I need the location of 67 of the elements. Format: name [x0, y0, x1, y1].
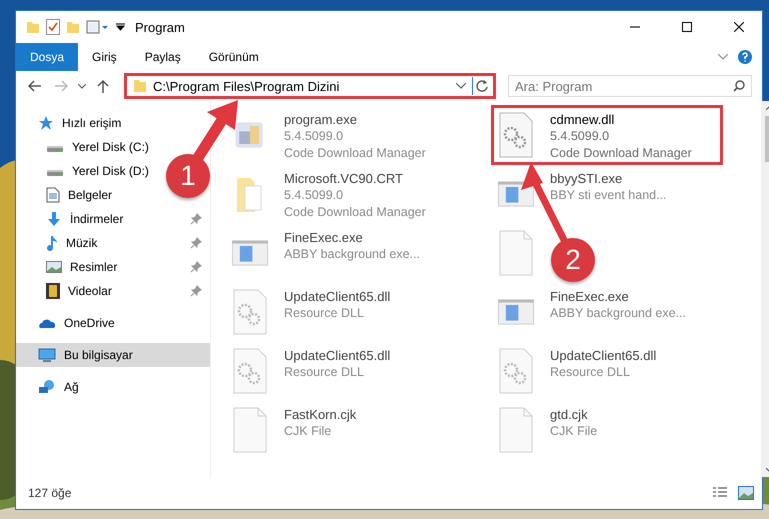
search-icon[interactable] — [733, 80, 745, 92]
network-icon — [38, 379, 56, 395]
nav-item[interactable]: Belgeler — [16, 183, 120, 207]
nav-item[interactable]: Videolar — [16, 279, 210, 303]
star-icon — [38, 115, 54, 131]
search-field[interactable]: Ara: Program — [508, 75, 752, 97]
gear-file-icon — [233, 348, 267, 394]
gear-file-icon — [233, 289, 267, 335]
pin-icon[interactable] — [190, 261, 202, 273]
file-icon — [499, 230, 533, 276]
caret-icon[interactable] — [116, 23, 125, 31]
window-icon — [498, 299, 534, 325]
chevron-icon[interactable] — [456, 83, 466, 89]
file-item[interactable]: FineExec.exe ABBY background exe... — [491, 282, 723, 342]
music-note-icon — [46, 235, 58, 251]
ribbon-tab[interactable]: Paylaş — [130, 43, 195, 71]
close-icon[interactable] — [734, 22, 744, 32]
nav-item[interactable]: Müzik — [16, 231, 210, 255]
file-item[interactable]: program.exe 5.4.5099.0 Code Download Manager — [225, 105, 457, 165]
file-item[interactable]: cdmnew.dll 5.4.5099.0 Code Download Manager — [491, 105, 723, 165]
download-icon — [46, 211, 62, 227]
file-item[interactable]: UpdateClient65.dll Resource DLL — [491, 341, 723, 401]
image-icon — [46, 261, 62, 273]
nav-item[interactable]: Yerel Disk (C:) — [16, 135, 157, 159]
cloud-icon — [38, 317, 56, 329]
maximize-icon[interactable] — [682, 22, 692, 32]
file-icon — [233, 407, 267, 453]
nav-item[interactable]: Hızlı erişim — [16, 111, 130, 135]
nav-item[interactable]: Yerel Disk (D:) — [16, 159, 157, 183]
up-icon[interactable] — [97, 79, 109, 93]
properties-icon[interactable] — [46, 19, 60, 35]
view-icon[interactable] — [86, 20, 110, 34]
help-icon[interactable] — [738, 50, 752, 64]
document-icon — [46, 187, 60, 203]
large-icons-view-icon[interactable] — [738, 486, 754, 500]
file-item[interactable]: FineExec.exe ABBY background exe... — [225, 223, 457, 283]
ribbon-tab[interactable]: Dosya — [16, 43, 78, 71]
chevron-icon[interactable] — [718, 54, 728, 60]
nav-item[interactable]: OneDrive — [16, 311, 123, 335]
nav-item[interactable]: Resimler — [16, 255, 210, 279]
pin-icon[interactable] — [190, 213, 202, 225]
window-icon — [498, 181, 534, 207]
file-item[interactable]: gtd.cjk CJK File — [491, 400, 723, 460]
back-icon[interactable] — [28, 80, 42, 92]
pin-icon[interactable] — [190, 285, 202, 297]
nav-item[interactable]: Bu bilgisayar — [16, 343, 210, 367]
nav-item[interactable]: Ağ — [16, 375, 87, 399]
ribbon-tab[interactable]: Giriş — [78, 43, 131, 71]
file-icon — [499, 407, 533, 453]
file-item[interactable]: FastKorn.cjk CJK File — [225, 400, 457, 460]
chevron-icon[interactable] — [78, 84, 86, 88]
nav-item[interactable]: İndirmeler — [16, 207, 210, 231]
item-count: 127 öğe — [28, 486, 72, 500]
file-item[interactable]: UpdateClient65.dll Resource DLL — [225, 341, 457, 401]
pin-icon[interactable] — [190, 237, 202, 249]
file-item[interactable]: Microsoft.VC90.CRT 5.4.5099.0 Code Download Manager — [225, 164, 457, 224]
address-bar[interactable]: C:\Program Files\Program Dizini — [124, 73, 496, 99]
computer-icon — [38, 348, 56, 362]
ribbon-tab[interactable]: Görünüm — [194, 43, 273, 71]
folder-icon — [133, 79, 147, 93]
film-icon — [46, 283, 60, 299]
gear-file-icon — [499, 112, 533, 158]
file-item[interactable]: UpdateClient65.dll Resource DLL — [225, 282, 457, 342]
file-item[interactable]: bbyySTI.exe BBY sti event hand... — [491, 164, 723, 224]
gear-file-icon — [499, 348, 533, 394]
window-title: Program — [135, 20, 185, 34]
window-icon — [232, 240, 268, 266]
